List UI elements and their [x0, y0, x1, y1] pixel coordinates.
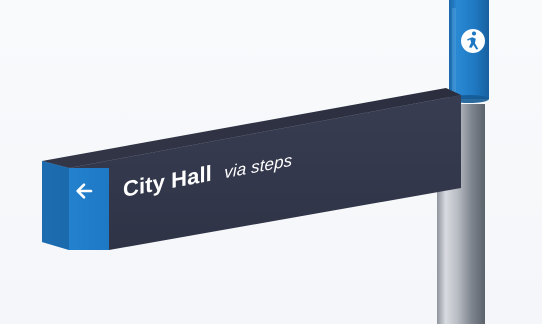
sign-end-side	[42, 161, 69, 250]
pedestrian-icon	[461, 29, 485, 53]
signpost-illustration: City Hall via steps	[42, 0, 489, 324]
pole-cap-highlight	[452, 8, 456, 99]
signpost-scene: City Hall via steps	[0, 0, 542, 324]
sign-end-front-shade	[69, 168, 109, 250]
